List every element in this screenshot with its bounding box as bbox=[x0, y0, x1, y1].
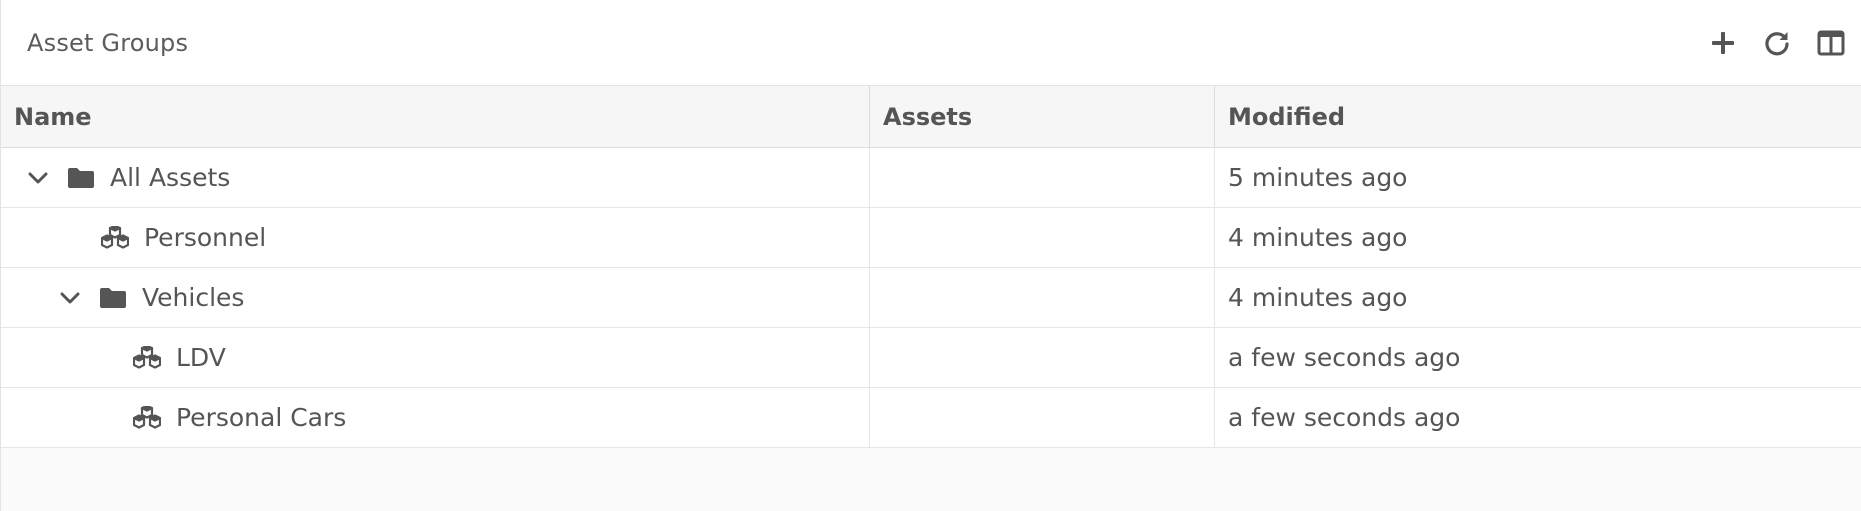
assets-cell bbox=[869, 388, 1214, 447]
plus-icon bbox=[1712, 31, 1734, 54]
row-name: Personal Cars bbox=[176, 403, 347, 432]
name-cell: Personal Cars bbox=[1, 388, 869, 447]
chevron-down-icon[interactable] bbox=[22, 162, 54, 194]
modified-cell: a few seconds ago bbox=[1214, 388, 1861, 447]
assets-cell bbox=[869, 208, 1214, 267]
table-row[interactable]: LDV a few seconds ago bbox=[1, 328, 1861, 388]
modified-cell: 4 minutes ago bbox=[1214, 208, 1861, 267]
row-name: All Assets bbox=[110, 163, 231, 192]
column-header-modified[interactable]: Modified bbox=[1214, 86, 1861, 147]
folder-icon bbox=[98, 283, 128, 313]
columns-icon bbox=[1817, 30, 1845, 55]
cubes-icon bbox=[132, 343, 162, 373]
assets-cell bbox=[869, 148, 1214, 207]
table-header: Name Assets Modified bbox=[1, 86, 1861, 148]
table-row[interactable]: Personal Cars a few seconds ago bbox=[1, 388, 1861, 448]
assets-cell bbox=[869, 328, 1214, 387]
panel-toolbar bbox=[1703, 23, 1851, 63]
modified-cell: a few seconds ago bbox=[1214, 328, 1861, 387]
panel-header: Asset Groups bbox=[1, 0, 1861, 86]
table-row[interactable]: Vehicles 4 minutes ago bbox=[1, 268, 1861, 328]
name-cell: All Assets bbox=[1, 148, 869, 207]
modified-cell: 4 minutes ago bbox=[1214, 268, 1861, 327]
chevron-down-icon[interactable] bbox=[54, 282, 86, 314]
cubes-icon bbox=[132, 403, 162, 433]
column-header-assets[interactable]: Assets bbox=[869, 86, 1214, 147]
asset-groups-panel: Asset Groups Name Assets Modified All As… bbox=[0, 0, 1861, 511]
folder-icon bbox=[66, 163, 96, 193]
row-name: Vehicles bbox=[142, 283, 245, 312]
modified-cell: 5 minutes ago bbox=[1214, 148, 1861, 207]
row-name: LDV bbox=[176, 343, 226, 372]
add-button[interactable] bbox=[1703, 23, 1743, 63]
asset-groups-table: Name Assets Modified All Assets 5 minute… bbox=[1, 86, 1861, 448]
cubes-icon bbox=[100, 223, 130, 253]
assets-cell bbox=[869, 268, 1214, 327]
refresh-button[interactable] bbox=[1757, 23, 1797, 63]
panel-title: Asset Groups bbox=[27, 28, 189, 57]
column-header-name[interactable]: Name bbox=[1, 86, 869, 147]
table-row[interactable]: All Assets 5 minutes ago bbox=[1, 148, 1861, 208]
name-cell: LDV bbox=[1, 328, 869, 387]
columns-button[interactable] bbox=[1811, 23, 1851, 63]
table-row[interactable]: Personnel 4 minutes ago bbox=[1, 208, 1861, 268]
name-cell: Vehicles bbox=[1, 268, 869, 327]
name-cell: Personnel bbox=[1, 208, 869, 267]
refresh-icon bbox=[1765, 31, 1789, 55]
row-name: Personnel bbox=[144, 223, 267, 252]
